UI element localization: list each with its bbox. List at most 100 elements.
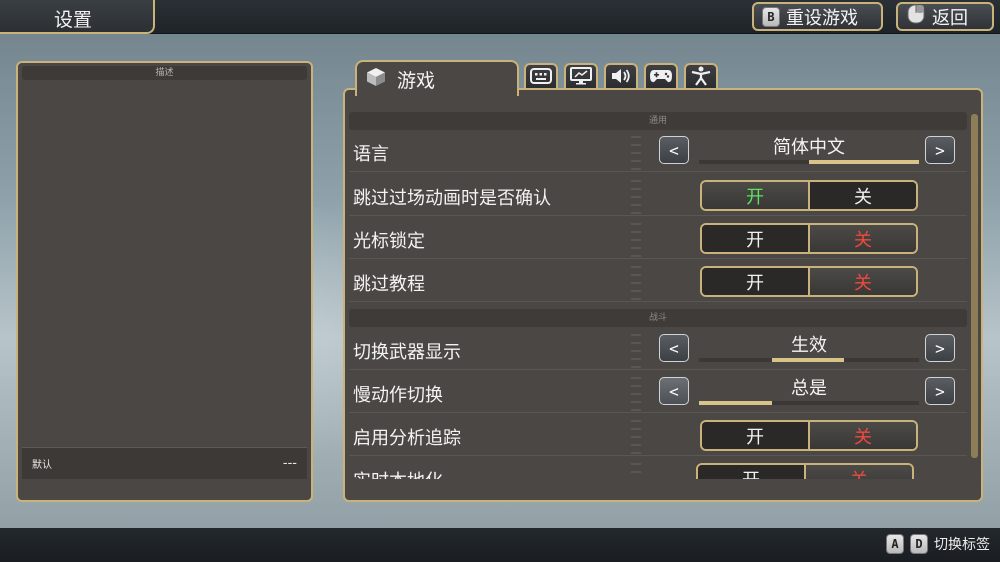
reset-game-button[interactable]: B 重设游戏	[752, 2, 883, 31]
row-divider	[631, 174, 641, 216]
accessibility-icon	[690, 66, 712, 90]
row-divider	[631, 414, 641, 456]
weapon-switch-prev-button[interactable]: <	[659, 334, 689, 362]
setting-row-slow-motion: 慢动作切换 < 总是 >	[349, 371, 967, 413]
toggle-off-label: 关	[854, 229, 872, 251]
settings-scrollbar[interactable]	[971, 114, 978, 458]
skip-tutorial-toggle[interactable]: 开 关	[700, 266, 918, 297]
row-divider	[631, 457, 641, 479]
row-divider	[631, 260, 641, 302]
analytics-tracking-toggle[interactable]: 开 关	[700, 420, 918, 451]
back-button[interactable]: 返回	[896, 2, 994, 31]
setting-row-realtime-localization-clip: 实时本地化 开 关	[349, 457, 967, 479]
reset-game-label: 重设游戏	[786, 7, 858, 29]
setting-label-weapon-switch-display: 切换武器显示	[353, 342, 461, 363]
tab-audio[interactable]	[604, 63, 638, 90]
tab-controls[interactable]	[524, 63, 558, 90]
weapon-switch-next-button[interactable]: >	[925, 334, 955, 362]
page-title-tab: 设置	[0, 0, 155, 34]
section-header-combat: 战斗	[349, 309, 967, 327]
slow-motion-prev-button[interactable]: <	[659, 377, 689, 405]
weapon-switch-option-bar	[699, 358, 919, 362]
skip-cutscene-confirm-toggle[interactable]: 开 关	[700, 180, 918, 211]
tab-gamepad[interactable]	[644, 63, 678, 90]
slow-motion-next-button[interactable]: >	[925, 377, 955, 405]
realtime-localization-toggle[interactable]: 开 关	[696, 463, 914, 479]
toggle-on-option[interactable]: 开	[702, 182, 808, 209]
setting-row-weapon-switch-display: 切换武器显示 < 生效 >	[349, 328, 967, 370]
language-option-bar	[699, 160, 919, 164]
language-value: 简体中文	[773, 137, 845, 158]
toggle-on-label: 开	[746, 186, 764, 208]
setting-row-cursor-lock: 光标锁定 开 关	[349, 217, 967, 259]
language-option-fill	[809, 160, 919, 164]
setting-label-skip-cutscene-confirm: 跳过过场动画时是否确认	[353, 188, 551, 209]
row-divider	[631, 371, 641, 413]
default-label: 默认	[32, 460, 52, 471]
setting-label-slow-motion: 慢动作切换	[353, 385, 443, 406]
setting-row-realtime-localization: 实时本地化 开 关	[349, 457, 967, 479]
key-b-badge: B	[762, 6, 780, 27]
toggle-off-option[interactable]: 关	[804, 465, 912, 479]
tab-accessibility[interactable]	[684, 63, 718, 90]
switch-tab-label: 切换标签	[934, 537, 990, 553]
switch-tab-hint: A D 切换标签	[886, 534, 990, 554]
row-divider	[631, 130, 641, 172]
section-header-general: 通用	[349, 112, 967, 130]
setting-row-analytics-tracking: 启用分析追踪 开 关	[349, 414, 967, 456]
settings-panel: 通用 语言 < 简体中文 > 跳过过场动画时是否确认 开 关 光标锁定 开 关 …	[343, 88, 983, 502]
toggle-on-option[interactable]: 开	[698, 465, 804, 479]
bottom-bar: A D 切换标签	[0, 528, 1000, 562]
gamepad-icon	[649, 67, 673, 89]
cursor-lock-toggle[interactable]: 开 关	[700, 223, 918, 254]
setting-label-analytics-tracking: 启用分析追踪	[353, 428, 461, 449]
toggle-off-label: 关	[854, 186, 872, 208]
back-label: 返回	[932, 7, 968, 29]
slow-motion-value: 总是	[791, 378, 827, 399]
speaker-icon	[610, 67, 632, 89]
toggle-on-label: 开	[742, 466, 760, 480]
language-prev-button[interactable]: <	[659, 136, 689, 164]
toggle-on-label: 开	[746, 229, 764, 251]
toggle-on-label: 开	[746, 426, 764, 448]
toggle-off-label: 关	[854, 272, 872, 294]
toggle-off-label: 关	[854, 426, 872, 448]
toggle-off-option[interactable]: 关	[808, 225, 916, 252]
weapon-switch-option-fill	[771, 358, 845, 362]
toggle-on-label: 开	[746, 272, 764, 294]
default-value-row: 默认 ---	[22, 447, 307, 479]
tab-game[interactable]: 游戏	[355, 60, 519, 96]
page-title: 设置	[54, 9, 93, 31]
tab-game-label: 游戏	[397, 69, 436, 92]
weapon-switch-value: 生效	[791, 335, 827, 356]
toggle-off-label: 关	[850, 466, 868, 480]
setting-label-cursor-lock: 光标锁定	[353, 231, 425, 252]
setting-label-skip-tutorial: 跳过教程	[353, 274, 425, 295]
keyboard-icon	[530, 67, 552, 89]
key-d-badge: D	[910, 534, 928, 554]
setting-label-language: 语言	[353, 144, 389, 165]
setting-row-language: 语言 < 简体中文 >	[349, 130, 967, 172]
toggle-off-option[interactable]: 关	[808, 182, 916, 209]
default-value: ---	[282, 456, 297, 471]
tab-display[interactable]	[564, 63, 598, 90]
key-a-badge: A	[886, 534, 904, 554]
slow-motion-option-fill	[699, 401, 772, 405]
toggle-on-option[interactable]: 开	[702, 422, 808, 449]
description-panel: 描述 默认 ---	[16, 61, 313, 502]
slow-motion-option-bar	[699, 401, 919, 405]
row-divider	[631, 217, 641, 259]
toggle-off-option[interactable]: 关	[808, 422, 916, 449]
row-divider	[631, 328, 641, 370]
cube-icon	[365, 66, 387, 93]
setting-row-skip-cutscene-confirm: 跳过过场动画时是否确认 开 关	[349, 174, 967, 216]
toggle-off-option[interactable]: 关	[808, 268, 916, 295]
mouse-icon	[906, 3, 926, 30]
language-next-button[interactable]: >	[925, 136, 955, 164]
description-header: 描述	[22, 66, 307, 80]
toggle-on-option[interactable]: 开	[702, 225, 808, 252]
toggle-on-option[interactable]: 开	[702, 268, 808, 295]
monitor-icon	[570, 66, 592, 89]
setting-label-realtime-localization: 实时本地化	[353, 467, 443, 479]
setting-row-skip-tutorial: 跳过教程 开 关	[349, 260, 967, 302]
